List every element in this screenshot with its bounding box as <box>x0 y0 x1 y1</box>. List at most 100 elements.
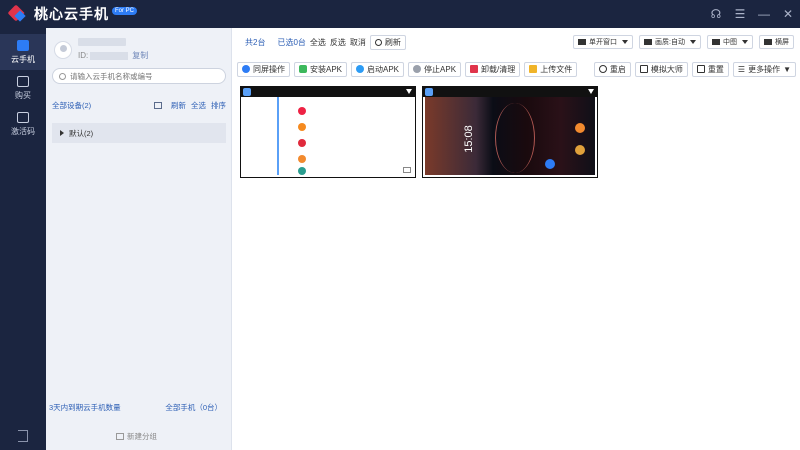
user-info: ID: 复制 <box>54 38 148 61</box>
new-group-label: 新建分组 <box>127 432 157 441</box>
logout-icon[interactable] <box>18 430 28 442</box>
chevron-down-icon: ▼ <box>783 64 791 74</box>
select-all-button[interactable]: 全选 <box>310 37 326 48</box>
phone-app-icon <box>425 88 433 96</box>
button-label: 同屏操作 <box>253 64 285 74</box>
search-input[interactable] <box>70 71 220 81</box>
sync-operation-button[interactable]: 同屏操作 <box>237 61 290 77</box>
nav-label: 购买 <box>15 90 31 100</box>
lockscreen-clock: 15:08 <box>462 125 475 153</box>
phone-card[interactable] <box>240 86 416 178</box>
reboot-button[interactable]: 重启 <box>593 61 631 77</box>
refresh-icon <box>374 38 382 46</box>
toolbar-actions: 同屏操作 安装APK 启动APK 停止APK 卸载/清理 上传文件 重启 模拟大… <box>233 60 800 78</box>
toolbar-top: 共2台 已选0台 全选 反选 取消 刷新 单开窗口 画质:自动 中图 横屏 <box>233 32 800 52</box>
window-mode-dropdown[interactable]: 单开窗口 <box>573 35 634 49</box>
simulator-master-button[interactable]: 模拟大师 <box>634 61 688 77</box>
bag-icon <box>17 75 29 87</box>
invert-selection-button[interactable]: 反选 <box>330 37 346 48</box>
button-label: 重置 <box>707 64 724 74</box>
button-label: 卸载/清理 <box>481 64 516 74</box>
play-icon <box>356 65 365 73</box>
device-list-header: 全部设备(2) 刷新 全选 排序 <box>52 100 226 111</box>
refresh-button[interactable]: 刷新 <box>369 34 406 50</box>
button-label: 重启 <box>609 64 626 74</box>
expand-triangle-icon[interactable] <box>60 130 64 136</box>
pc-badge: For PC <box>112 7 138 15</box>
search-icon <box>59 72 66 80</box>
expiring-phones-label[interactable]: 3天内到期云手机数量 <box>49 402 121 413</box>
user-name-masked <box>78 38 126 46</box>
headset-icon[interactable]: ☊ <box>704 0 728 28</box>
ticket-icon <box>17 111 29 123</box>
window-mode-value: 单开窗口 <box>589 39 618 46</box>
card-menu-chevron-icon[interactable] <box>406 89 412 94</box>
nav-item-cloud-phone[interactable]: 云手机 <box>0 34 46 70</box>
quality-value: 画质:自动 <box>655 39 685 46</box>
orientation-button[interactable]: 横屏 <box>759 35 794 49</box>
nav-label: 云手机 <box>11 54 35 64</box>
new-group-button[interactable]: 新建分组 <box>116 431 157 442</box>
size-dropdown[interactable]: 中图 <box>707 35 753 49</box>
settings-menu-icon[interactable]: ☰ <box>728 0 752 28</box>
close-icon[interactable]: ✕ <box>776 0 800 28</box>
group-row-default[interactable]: 默认(2) <box>52 123 226 143</box>
size-value: 中图 <box>723 39 737 46</box>
phone-screen-app-list[interactable] <box>243 97 413 175</box>
all-devices-count[interactable]: 全部设备(2) <box>52 100 91 111</box>
total-count: 共2台 <box>245 37 266 47</box>
android-icon <box>299 65 307 73</box>
folder-icon <box>529 65 538 73</box>
copy-id-button[interactable]: 复制 <box>132 50 148 61</box>
select-all-devices-button[interactable]: 全选 <box>191 100 206 111</box>
group-manage-icon[interactable] <box>154 102 162 109</box>
menu-lines-icon: ☰ <box>737 64 746 74</box>
refresh-devices-button[interactable]: 刷新 <box>171 100 186 111</box>
app-title: 桃心云手机 <box>34 6 109 22</box>
rotate-icon <box>764 39 772 45</box>
search-box <box>52 68 226 84</box>
stop-icon <box>413 65 422 73</box>
size-icon <box>712 39 720 45</box>
minimize-icon[interactable]: — <box>752 0 776 28</box>
sync-icon <box>242 65 250 73</box>
window-icon <box>578 39 587 45</box>
button-label: 上传文件 <box>540 64 573 74</box>
nav-item-activation-code[interactable]: 激活码 <box>0 106 46 142</box>
card-menu-chevron-icon[interactable] <box>588 89 594 94</box>
avatar <box>54 40 72 59</box>
chevron-down-icon <box>690 40 696 44</box>
left-nav: 云手机 购买 激活码 <box>0 28 46 450</box>
install-apk-button[interactable]: 安装APK <box>294 61 348 77</box>
nav-item-buy[interactable]: 购买 <box>0 70 46 106</box>
reset-icon <box>696 65 705 73</box>
upload-file-button[interactable]: 上传文件 <box>524 61 578 77</box>
group-label: 默认(2) <box>69 128 94 138</box>
all-phones-label[interactable]: 全部手机（0台） <box>165 402 222 413</box>
user-id-label: ID: <box>78 51 89 60</box>
trash-icon <box>470 65 479 73</box>
orientation-label: 横屏 <box>775 39 789 46</box>
uninstall-clean-button[interactable]: 卸载/清理 <box>465 61 521 77</box>
main-panel: 共2台 已选0台 全选 反选 取消 刷新 单开窗口 画质:自动 中图 横屏 同屏… <box>233 28 800 450</box>
phone-app-icon <box>243 88 251 96</box>
phone-screen-lockscreen[interactable]: 15:08 <box>425 97 595 175</box>
title-bar: 桃心云手机 For PC ☊ ☰ — ✕ <box>0 0 800 28</box>
phone-card[interactable]: 15:08 <box>422 86 598 178</box>
reboot-icon <box>598 65 607 73</box>
reset-button[interactable]: 重置 <box>691 61 729 77</box>
device-sidebar: ID: 复制 全部设备(2) 刷新 全选 排序 默认(2) 3天内到期云手机数量… <box>46 28 232 450</box>
sort-devices-button[interactable]: 排序 <box>211 100 226 111</box>
more-actions-button[interactable]: ☰ 更多操作 ▼ <box>732 61 796 77</box>
cancel-selection-button[interactable]: 取消 <box>350 37 366 48</box>
launch-apk-button[interactable]: 启动APK <box>351 61 405 77</box>
button-label: 模拟大师 <box>650 64 683 74</box>
phone-icon <box>17 39 29 51</box>
quality-dropdown[interactable]: 画质:自动 <box>639 35 701 49</box>
button-label: 更多操作 <box>748 64 781 74</box>
stop-apk-button[interactable]: 停止APK <box>408 61 462 77</box>
sidebar-footer: 3天内到期云手机数量 全部手机（0台） <box>46 402 232 413</box>
button-label: 安装APK <box>310 64 343 74</box>
quality-icon <box>644 39 653 45</box>
folder-plus-icon <box>116 433 124 440</box>
